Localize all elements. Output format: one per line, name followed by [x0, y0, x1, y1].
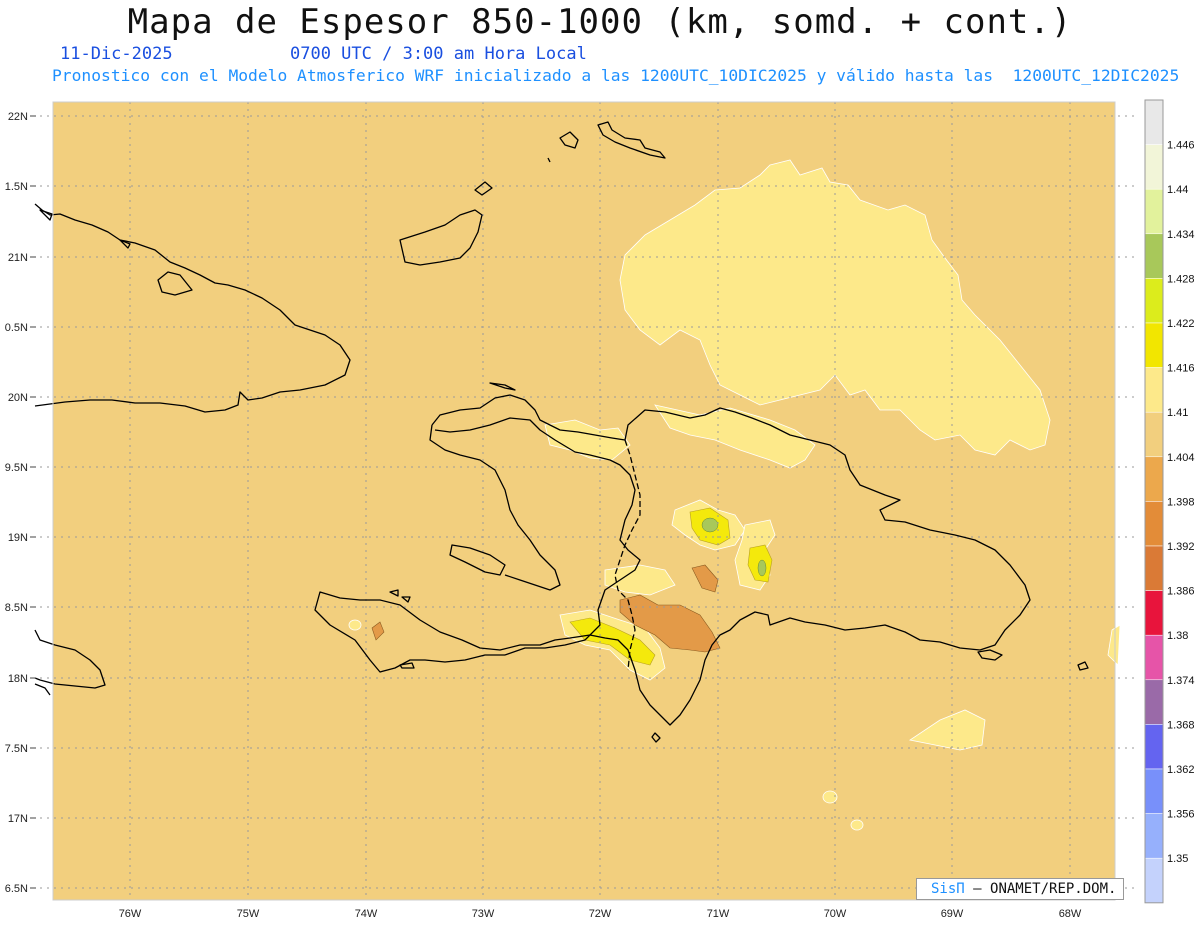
thickness-field — [53, 102, 1115, 900]
lon-label: 76W — [119, 908, 142, 920]
legend-swatch — [1144, 501, 1164, 547]
legend-label: 1.35 — [1167, 853, 1188, 865]
legend-label: 1.398 — [1167, 496, 1195, 508]
legend-label: 1.404 — [1167, 452, 1195, 464]
legend-label: 1.428 — [1167, 273, 1195, 285]
legend-swatch — [1144, 813, 1164, 859]
legend-swatch — [1144, 590, 1164, 636]
legend-label: 1.416 — [1167, 363, 1195, 375]
lon-label: 72W — [589, 908, 612, 920]
legend-label: 1.356 — [1167, 809, 1195, 821]
legend-swatch — [1144, 278, 1164, 324]
legend-swatch — [1144, 233, 1164, 279]
legend-label: 1.422 — [1167, 318, 1195, 330]
legend-swatch — [1144, 99, 1164, 145]
legend-swatch — [1144, 456, 1164, 502]
lat-label: 21N — [8, 252, 28, 264]
legend-swatch — [1144, 857, 1164, 904]
lat-ticks — [30, 115, 36, 889]
lat-label: 18N — [8, 673, 28, 685]
legend-swatch — [1144, 545, 1164, 591]
lat-label: 17N — [8, 813, 28, 825]
lat-label: 9.5N — [5, 462, 28, 474]
lat-label: 0.5N — [5, 322, 28, 334]
credit-box: SisΠ – ONAMET/REP.DOM. — [916, 878, 1124, 900]
legend-swatch — [1144, 188, 1164, 235]
lat-label: 8.5N — [5, 602, 28, 614]
legend-label: 1.392 — [1167, 541, 1195, 553]
lat-label: 1.5N — [5, 181, 28, 193]
legend-swatch — [1144, 724, 1164, 770]
legend-label: 1.434 — [1167, 229, 1195, 241]
legend-label: 1.368 — [1167, 719, 1195, 731]
legend-swatch — [1144, 768, 1164, 814]
legend-label: 1.41 — [1167, 407, 1188, 419]
credit-brand: SisΠ — [931, 881, 965, 897]
legend-label: 1.44 — [1167, 184, 1188, 196]
legend-label: 1.362 — [1167, 764, 1195, 776]
lon-label: 71W — [707, 908, 730, 920]
legend-swatch — [1144, 144, 1164, 190]
lat-label: 22N — [8, 111, 28, 123]
legend-swatch — [1144, 367, 1164, 413]
thickness-map: 22N 1.5N 21N 0.5N 20N 9.5N 19N 8.5N 18N … — [5, 99, 1195, 920]
latitude-labels: 22N 1.5N 21N 0.5N 20N 9.5N 19N 8.5N 18N … — [5, 111, 28, 895]
lat-label: 20N — [8, 392, 28, 404]
longitude-labels: 76W 75W 74W 73W 72W 71W 70W 69W 68W — [119, 908, 1082, 920]
credit-org: – ONAMET/REP.DOM. — [973, 881, 1117, 897]
lat-label: 19N — [8, 532, 28, 544]
legend-label: 1.38 — [1167, 630, 1188, 642]
legend-swatch — [1144, 634, 1164, 681]
legend-label: 1.374 — [1167, 675, 1195, 687]
lon-label: 70W — [824, 908, 847, 920]
lat-label: 7.5N — [5, 743, 28, 755]
color-legend: 1.446 1.44 1.434 1.428 1.422 1.416 1.41 1.404 1.… — [1144, 99, 1195, 904]
lon-label: 75W — [237, 908, 260, 920]
legend-swatch — [1144, 411, 1164, 458]
lon-label: 69W — [941, 908, 964, 920]
legend-label: 1.446 — [1167, 140, 1195, 152]
lon-label: 73W — [472, 908, 495, 920]
legend-label: 1.386 — [1167, 586, 1195, 598]
lon-label: 74W — [355, 908, 378, 920]
lon-label: 68W — [1059, 908, 1082, 920]
lat-label: 6.5N — [5, 883, 28, 895]
legend-swatch — [1144, 679, 1164, 725]
legend-swatch — [1144, 322, 1164, 368]
